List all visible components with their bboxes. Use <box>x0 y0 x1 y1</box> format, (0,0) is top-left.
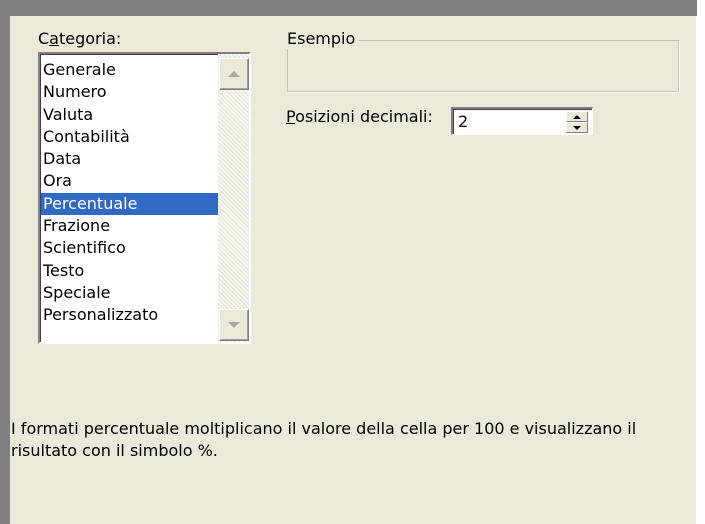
category-label-part: tegoria: <box>58 29 122 48</box>
category-item[interactable]: Contabilità <box>41 126 218 148</box>
window-edge-top <box>0 0 697 16</box>
category-label-part: C <box>38 29 50 48</box>
sample-legend: Esempio <box>287 29 360 49</box>
spin-down-button[interactable] <box>566 122 588 133</box>
scroll-up-button[interactable] <box>219 58 249 90</box>
decimal-places-label-part: osizioni decimali: <box>295 107 433 126</box>
category-label-mnemonic: a <box>49 29 59 48</box>
category-item[interactable]: Numero <box>41 81 218 103</box>
category-item[interactable]: Generale <box>41 59 218 81</box>
category-item[interactable]: Valuta <box>41 104 218 126</box>
category-label: Categoria: <box>38 29 121 49</box>
window-edge-left <box>0 0 10 524</box>
arrow-up-icon <box>228 71 240 77</box>
category-list-items: Generale Numero Valuta Contabilità Data Ora Pe… <box>41 59 218 327</box>
decimal-places-label-mnemonic: P <box>286 107 296 126</box>
category-scrollbar[interactable] <box>218 54 249 342</box>
category-item[interactable]: Testo <box>41 260 218 282</box>
spin-up-button[interactable] <box>566 111 588 122</box>
category-item[interactable]: Speciale <box>41 282 218 304</box>
decimal-places-value[interactable]: 2 <box>458 111 468 133</box>
category-item[interactable]: Percentuale <box>41 192 218 216</box>
category-listbox[interactable]: Generale Numero Valuta Contabilità Data Ora Pe… <box>38 52 251 344</box>
category-item[interactable]: Ora <box>41 170 218 192</box>
category-item[interactable]: Data <box>41 148 218 170</box>
scroll-down-button[interactable] <box>219 309 249 341</box>
arrow-down-icon <box>228 322 240 328</box>
screenshot-frame: Categoria: Generale Numero Valuta Contabili… <box>0 0 705 524</box>
spin-down-icon <box>573 125 581 130</box>
format-description: I formati percentuale moltiplicano il va… <box>11 419 637 460</box>
decimal-places-label: Posizioni decimali: <box>286 107 433 127</box>
spinner-buttons <box>566 111 588 133</box>
decimal-places-spinner[interactable]: 2 <box>451 107 593 135</box>
spin-up-icon <box>573 114 581 119</box>
category-item[interactable]: Personalizzato <box>41 304 218 326</box>
format-cells-dialog: Categoria: Generale Numero Valuta Contabili… <box>10 16 696 524</box>
category-item[interactable]: Scientifico <box>41 237 218 259</box>
category-item[interactable]: Frazione <box>41 215 218 237</box>
